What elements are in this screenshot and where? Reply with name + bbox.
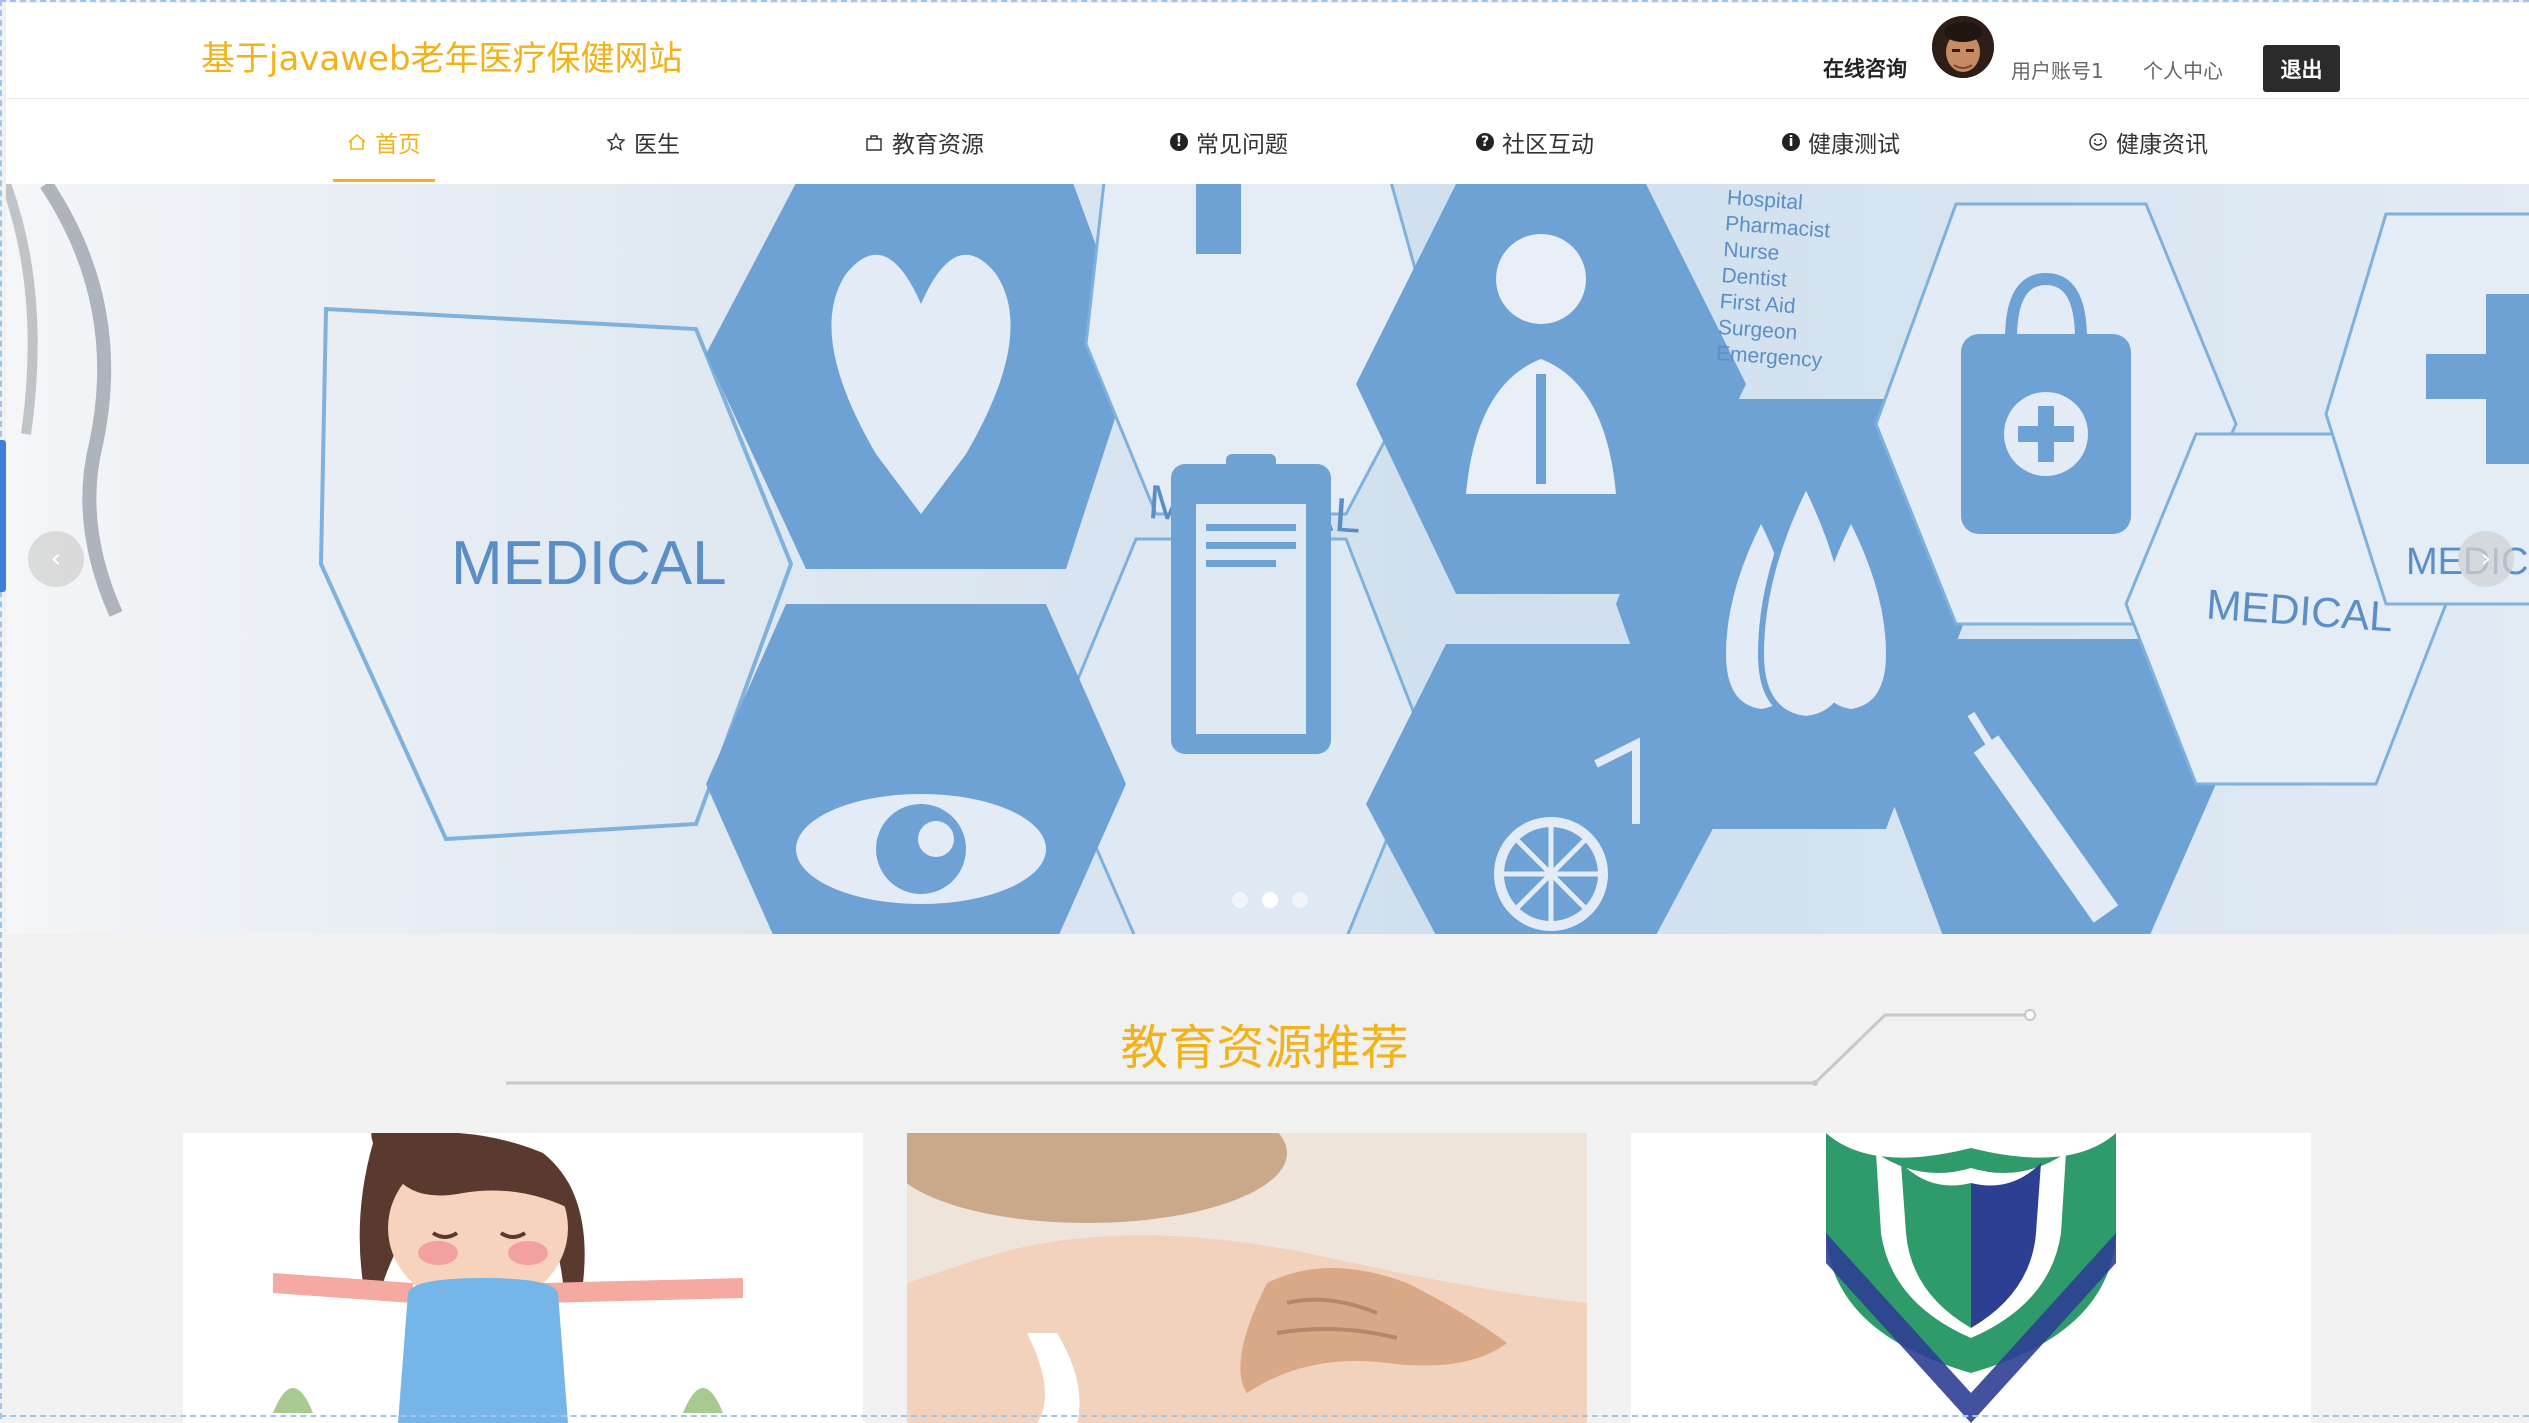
nav-item-health-news[interactable]: 健康资讯 [2088, 99, 2208, 184]
education-card[interactable] [183, 1133, 863, 1423]
hero-carousel[interactable]: MEDICAL MEDICAL Hospital [6, 184, 2529, 934]
carousel-dot[interactable] [1232, 892, 1248, 908]
alert-circle-icon: ! [1170, 132, 1188, 151]
question-circle-icon: ? [1476, 132, 1494, 151]
nav-label: 医生 [634, 131, 680, 158]
nav-label: 首页 [375, 131, 421, 158]
shoulder-massage-image [907, 1133, 1587, 1423]
avatar[interactable] [1932, 16, 1994, 78]
hex-list-label: Hospital [1726, 186, 1803, 214]
side-floating-tab[interactable] [0, 440, 6, 592]
logout-button[interactable]: 退出 [2263, 45, 2340, 92]
site-header: 基于javaweb老年医疗保健网站 [6, 3, 2529, 99]
medical-hex-illustration: MEDICAL MEDICAL Hospital [6, 184, 2529, 934]
hex-list-label: Nurse [1723, 238, 1780, 265]
site-title[interactable]: 基于javaweb老年医疗保健网站 [201, 31, 683, 80]
nav-label: 健康资讯 [2116, 131, 2208, 158]
online-consult-link[interactable]: 在线咨询 [1823, 53, 1907, 83]
yoga-girl-image [183, 1133, 863, 1423]
hex-list-label: Surgeon [1717, 316, 1798, 344]
carousel-next-button[interactable]: › [2458, 531, 2514, 587]
carousel-dot-active[interactable] [1262, 892, 1278, 908]
star-icon [606, 131, 626, 152]
nav-label: 教育资源 [892, 131, 984, 158]
chevron-right-icon: › [2480, 544, 2492, 574]
nav-item-faq[interactable]: ! 常见问题 [1170, 99, 1288, 184]
hex-list-label: Dentist [1721, 264, 1788, 292]
education-card[interactable] [1631, 1133, 2311, 1423]
hex-list-label: First Aid [1719, 290, 1796, 318]
carousel-indicators [1232, 892, 1308, 908]
nav-item-education[interactable]: 教育资源 [864, 99, 984, 184]
education-card[interactable] [907, 1133, 1587, 1423]
hex-label-1: MEDICAL [451, 529, 727, 598]
nav-item-doctor[interactable]: 医生 [606, 99, 680, 184]
nav-label: 健康测试 [1808, 131, 1900, 158]
section-title: 教育资源推荐 [1120, 1020, 1409, 1076]
nav-label: 社区互动 [1502, 131, 1594, 158]
nav-label: 常见问题 [1196, 131, 1288, 158]
carousel-prev-button[interactable]: ‹ [28, 531, 84, 587]
shield-logo-image [1631, 1133, 2311, 1423]
carousel-dot[interactable] [1292, 892, 1308, 908]
user-center-link[interactable]: 个人中心 [2143, 55, 2223, 84]
nav-item-home[interactable]: 首页 [333, 99, 435, 184]
hex-list-label: Pharmacist [1724, 212, 1831, 242]
home-icon [347, 132, 367, 152]
nav-item-community[interactable]: ? 社区互动 [1476, 99, 1594, 184]
main-nav: 首页 医生 教育资源 ! 常见问题 ? 社区互动 i 健康测试 健康资讯 [6, 99, 2529, 184]
smile-icon [2088, 132, 2108, 152]
bag-icon [864, 132, 884, 152]
username-link[interactable]: 用户账号1 [2011, 55, 2104, 84]
nav-item-health-test[interactable]: i 健康测试 [1782, 99, 1900, 184]
info-circle-icon: i [1782, 132, 1800, 151]
chevron-left-icon: ‹ [50, 544, 62, 574]
